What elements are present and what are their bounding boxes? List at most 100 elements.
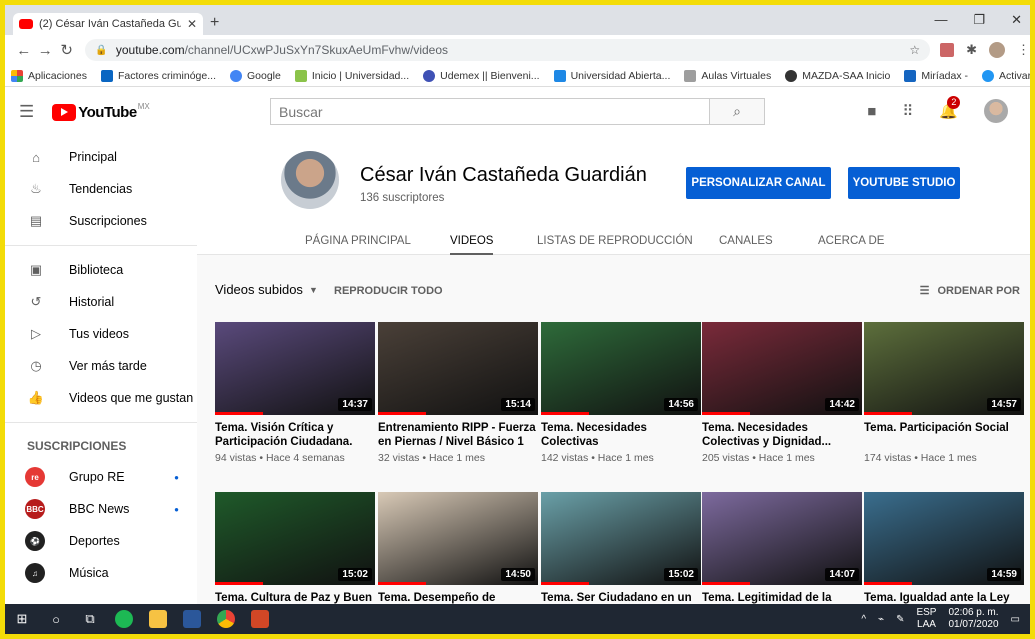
sidebar-item-tendencias[interactable]: ♨ Tendencias — [5, 173, 197, 205]
word-icon[interactable] — [183, 610, 201, 628]
tab-listas[interactable]: LISTAS DE REPRODUCCIÓN — [537, 235, 693, 247]
video-card[interactable]: 14:57 Tema. Participación Social 174 vista… — [864, 322, 1024, 464]
restore-icon[interactable]: ❐ — [973, 12, 985, 28]
subscription-bbc-news[interactable]: BBC BBC News ● — [5, 493, 197, 525]
play-all-button[interactable]: REPRODUCIR TODO — [334, 285, 443, 297]
bookmark-apps[interactable]: Aplicaciones — [11, 69, 87, 82]
clock[interactable]: 02:06 p. m. 01/07/2020 — [948, 607, 998, 631]
subscription-musica[interactable]: ♫ Música — [5, 557, 197, 589]
chevron-up-icon[interactable]: ^ — [861, 614, 866, 625]
reload-icon[interactable]: ↻ — [56, 41, 77, 59]
tab-videos[interactable]: VIDEOS — [450, 235, 494, 255]
puzzle-icon[interactable]: ✱ — [966, 42, 977, 58]
video-title[interactable]: Tema. Igualdad ante la Ley — [864, 591, 1024, 604]
video-card[interactable]: 15:02 Tema. Cultura de Paz y Buen — [215, 492, 375, 604]
video-title[interactable]: Tema. Ser Ciudadano en un — [541, 591, 701, 604]
chrome-icon[interactable] — [217, 610, 235, 628]
youtube-logo[interactable]: YouTube MX — [52, 102, 150, 121]
menu-dots-icon[interactable]: ⋮ — [1017, 42, 1030, 58]
task-view-icon[interactable]: ⧉ — [73, 611, 107, 627]
sidebar-item-suscripciones[interactable]: ▤ Suscripciones — [5, 205, 197, 237]
tab-pagina-principal[interactable]: PÁGINA PRINCIPAL — [305, 235, 411, 247]
subscription-grupo-re[interactable]: re Grupo RE ● — [5, 461, 197, 493]
search-circle-icon[interactable]: ○ — [39, 612, 73, 627]
channel-avatar[interactable] — [281, 151, 339, 209]
sidebar-item-principal[interactable]: ⌂ Principal — [5, 141, 197, 173]
forward-icon[interactable]: → — [34, 42, 55, 59]
language-indicator[interactable]: ESP LAA — [916, 607, 936, 631]
video-thumbnail[interactable]: 14:07 — [702, 492, 862, 585]
subscription-deportes[interactable]: ⚽ Deportes — [5, 525, 197, 557]
notifications-bell-icon[interactable]: 🔔 2 — [939, 96, 961, 120]
video-thumbnail[interactable]: 14:59 — [864, 492, 1024, 585]
create-video-icon[interactable]: ■ — [867, 103, 876, 120]
tab-canales[interactable]: CANALES — [719, 235, 773, 247]
customize-channel-button[interactable]: PERSONALIZAR CANAL — [686, 167, 831, 199]
bookmark-item[interactable]: Miríadax - — [904, 69, 968, 82]
tab-acerca-de[interactable]: ACERCA DE — [818, 235, 884, 247]
video-thumbnail[interactable]: 14:50 — [378, 492, 538, 585]
powerpoint-icon[interactable] — [251, 610, 269, 628]
network-icon[interactable]: ⌁ — [878, 614, 884, 625]
spotify-icon[interactable] — [115, 610, 133, 628]
hamburger-menu-icon[interactable]: ☰ — [19, 102, 34, 122]
extension-icon[interactable] — [940, 43, 955, 57]
bookmark-item[interactable]: Google — [230, 69, 281, 82]
video-card[interactable]: 14:37 Tema. Visión Crítica y Participació… — [215, 322, 375, 464]
bookmark-item[interactable]: Udemex || Bienveni... — [423, 69, 540, 82]
profile-icon[interactable] — [989, 42, 1005, 58]
bookmark-item[interactable]: Factores criminóge... — [100, 69, 216, 82]
video-title[interactable]: Entrenamiento RIPP - Fuerza en Piernas /… — [378, 421, 538, 449]
video-thumbnail[interactable]: 14:56 — [541, 322, 701, 415]
bookmark-item[interactable]: Inicio | Universidad... — [294, 69, 409, 82]
uploads-dropdown[interactable]: Videos subidos ▼ — [215, 282, 318, 297]
video-title[interactable]: Tema. Legitimidad de la — [702, 591, 862, 604]
video-card[interactable]: 14:59 Tema. Igualdad ante la Ley — [864, 492, 1024, 604]
video-card[interactable]: 14:56 Tema. Necesidades Colectivas 142 vis… — [541, 322, 701, 464]
video-thumbnail[interactable]: 15:02 — [215, 492, 375, 585]
apps-icon[interactable]: ⠿ — [902, 102, 913, 120]
video-title[interactable]: Tema. Necesidades Colectivas — [541, 421, 701, 449]
video-card[interactable]: 14:07 Tema. Legitimidad de la — [702, 492, 862, 604]
browser-tab[interactable]: (2) César Iván Castañeda Guardiá ✕ — [13, 13, 203, 35]
windows-start-icon[interactable]: ⊞ — [5, 611, 39, 627]
video-card[interactable]: 14:42 Tema. Necesidades Colectivas y Dign… — [702, 322, 862, 464]
sort-by-button[interactable]: ☰ ORDENAR POR — [920, 284, 1020, 297]
video-card[interactable]: 15:02 Tema. Ser Ciudadano en un — [541, 492, 701, 604]
video-title[interactable]: Tema. Visión Crítica y Participación Ciu… — [215, 421, 375, 449]
address-bar[interactable]: 🔒 youtube.com/channel/UCxwPJuSxYn7SkuxAe… — [85, 39, 931, 61]
search-input[interactable]: Buscar — [270, 98, 710, 125]
video-thumbnail[interactable]: 14:42 — [702, 322, 862, 415]
sidebar-item-historial[interactable]: ↺ Historial — [5, 286, 197, 318]
new-tab-icon[interactable]: + — [210, 14, 219, 32]
back-icon[interactable]: ← — [13, 42, 34, 59]
video-card[interactable]: 14:50 Tema. Desempeño de — [378, 492, 538, 604]
video-thumbnail[interactable]: 15:02 — [541, 492, 701, 585]
bookmark-item[interactable]: Activar la cuenta -... — [982, 69, 1030, 82]
search-button[interactable]: ⌕ — [710, 98, 765, 125]
minimize-icon[interactable]: — — [934, 12, 947, 28]
notification-center-icon[interactable]: ▭ — [1011, 614, 1020, 625]
bookmark-item[interactable]: Aulas Virtuales — [684, 69, 771, 82]
bookmark-star-icon[interactable]: ☆ — [909, 43, 920, 57]
video-thumbnail[interactable]: 15:14 — [378, 322, 538, 415]
bookmark-item[interactable]: Universidad Abierta... — [553, 69, 670, 82]
file-explorer-icon[interactable] — [149, 610, 167, 628]
video-thumbnail[interactable]: 14:37 — [215, 322, 375, 415]
video-card[interactable]: 15:14 Entrenamiento RIPP - Fuerza en Pier… — [378, 322, 538, 464]
video-title[interactable]: Tema. Necesidades Colectivas y Dignidad.… — [702, 421, 862, 449]
sidebar-item-ver-mas-tarde[interactable]: ◷ Ver más tarde — [5, 350, 197, 382]
video-title[interactable]: Tema. Desempeño de — [378, 591, 538, 604]
sidebar-item-me-gustan[interactable]: 👍 Videos que me gustan — [5, 382, 197, 414]
video-thumbnail[interactable]: 14:57 — [864, 322, 1024, 415]
close-window-icon[interactable]: ✕ — [1011, 12, 1022, 28]
close-tab-icon[interactable]: ✕ — [181, 17, 197, 31]
pen-icon[interactable]: ✎ — [896, 614, 904, 625]
video-title[interactable]: Tema. Cultura de Paz y Buen — [215, 591, 375, 604]
sidebar-item-biblioteca[interactable]: ▣ Biblioteca — [5, 254, 197, 286]
youtube-studio-button[interactable]: YOUTUBE STUDIO — [848, 167, 960, 199]
sidebar-item-tus-videos[interactable]: ▷ Tus videos — [5, 318, 197, 350]
video-title[interactable]: Tema. Participación Social — [864, 421, 1024, 449]
bookmark-item[interactable]: MAZDA-SAA Inicio — [785, 69, 890, 82]
avatar[interactable] — [984, 99, 1008, 123]
